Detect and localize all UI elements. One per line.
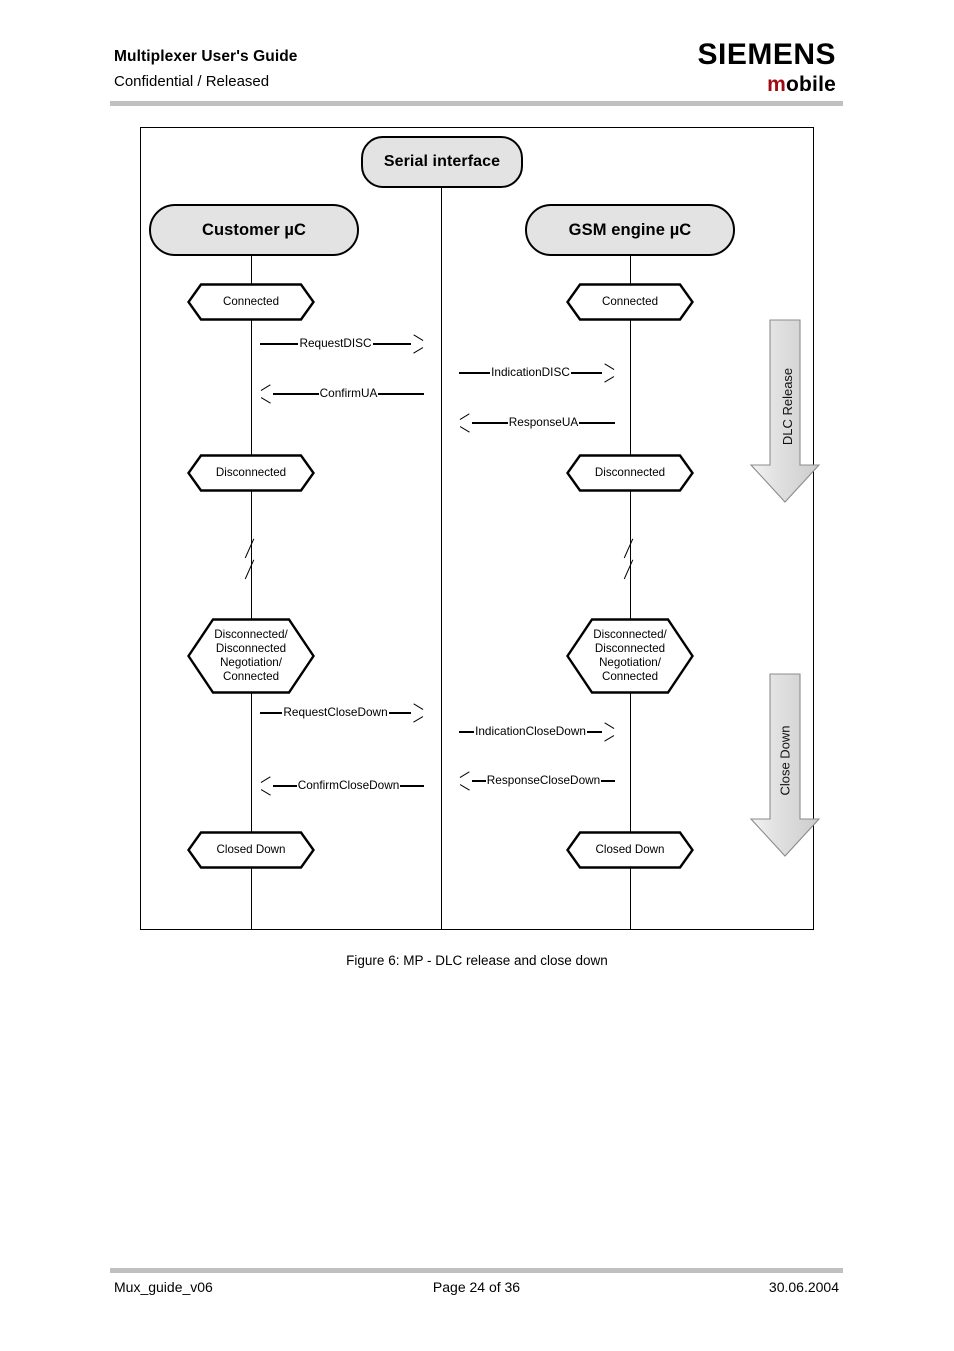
- message-arrow[interactable]: IndicationCloseDown: [459, 722, 615, 742]
- serial-interface-lifeline: [440, 188, 443, 930]
- actor-serial-interface[interactable]: Serial interface: [361, 136, 523, 188]
- page-header: Multiplexer User's Guide Confidential / …: [0, 0, 954, 110]
- header-divider: [110, 101, 843, 106]
- arrow-line: [260, 343, 299, 345]
- mobile-wordmark: mobile: [697, 74, 836, 95]
- arrow-line: [579, 422, 616, 424]
- arrow-line: [273, 393, 319, 395]
- arrowhead-left-icon: [260, 779, 273, 793]
- arrow-line: [378, 393, 424, 395]
- arrow-line: [372, 343, 411, 345]
- arrow-line: [400, 785, 424, 787]
- message-arrow[interactable]: ConfirmCloseDown: [260, 776, 424, 796]
- arrow-line: [459, 731, 475, 733]
- message-arrow[interactable]: RequestDISC: [260, 334, 424, 354]
- message-arrow[interactable]: ConfirmUA: [260, 384, 424, 404]
- state-node[interactable]: Closed Down: [566, 831, 694, 869]
- arrow-line: [273, 785, 297, 787]
- lifeline-break-mark: [623, 538, 640, 584]
- message-label: ConfirmCloseDown: [297, 778, 400, 792]
- footer-page-number: Page 24 of 36: [432, 1279, 521, 1295]
- message-arrow[interactable]: IndicationDISC: [459, 363, 615, 383]
- arrowhead-left-icon: [459, 416, 472, 430]
- state-node[interactable]: Connected: [566, 283, 694, 321]
- message-label: ConfirmUA: [319, 386, 378, 400]
- mobile-accent-letter: m: [767, 73, 786, 96]
- phase-label-wrapper: Close Down: [749, 725, 821, 795]
- arrow-line: [260, 712, 283, 714]
- message-arrow[interactable]: ResponseUA: [459, 413, 616, 433]
- page-footer: Mux_guide_v06 Page 24 of 36 30.06.2004: [110, 1279, 843, 1301]
- sequence-diagram: Serial interface Customer µC GSM engine …: [141, 128, 821, 930]
- actor-customer-uc-label: Customer µC: [201, 220, 307, 239]
- arrowhead-left-icon: [260, 387, 273, 401]
- footer-divider: [110, 1268, 843, 1273]
- phase-label: Close Down: [777, 725, 793, 796]
- actor-customer-uc[interactable]: Customer µC: [149, 204, 359, 256]
- figure-caption: Figure 6: MP - DLC release and close dow…: [346, 953, 608, 968]
- message-arrow[interactable]: ResponseCloseDown: [459, 771, 616, 791]
- arrow-line: [459, 372, 491, 374]
- arrow-line: [472, 780, 486, 782]
- arrow-line: [586, 731, 603, 733]
- phase-block-arrow: Close Down: [749, 673, 821, 858]
- footer-date: 30.06.2004: [768, 1279, 839, 1295]
- state-node[interactable]: Disconnected/Disconnected Negotiation/Con…: [566, 618, 694, 694]
- arrow-line: [601, 780, 616, 782]
- document-title: Multiplexer User's Guide: [114, 48, 298, 65]
- state-node[interactable]: Disconnected/Disconnected Negotiation/Con…: [187, 618, 315, 694]
- phase-label-wrapper: DLC Release: [749, 368, 821, 445]
- phase-label: DLC Release: [780, 367, 796, 446]
- message-label: RequestCloseDown: [283, 705, 388, 719]
- arrowhead-left-icon: [459, 774, 472, 788]
- message-label: IndicationCloseDown: [475, 724, 586, 738]
- figure-frame: Serial interface Customer µC GSM engine …: [140, 127, 821, 930]
- actor-serial-interface-label: Serial interface: [383, 153, 501, 170]
- message-label: ResponseCloseDown: [486, 773, 601, 787]
- customer-lifeline: [250, 256, 253, 930]
- actor-gsm-engine-uc-label: GSM engine µC: [568, 220, 692, 239]
- arrow-line: [472, 422, 508, 424]
- siemens-wordmark: SIEMENS: [697, 38, 836, 71]
- phase-block-arrow: DLC Release: [749, 319, 821, 504]
- message-label: RequestDISC: [299, 336, 372, 350]
- mobile-rest-letters: obile: [785, 73, 836, 96]
- arrow-line: [388, 712, 412, 714]
- state-node[interactable]: Disconnected: [187, 454, 315, 492]
- gsm-lifeline: [629, 256, 632, 930]
- state-node[interactable]: Disconnected: [566, 454, 694, 492]
- arrowhead-right-icon: [602, 725, 615, 739]
- document-classification: Confidential / Released: [114, 73, 270, 90]
- message-label: ResponseUA: [508, 415, 579, 429]
- state-node[interactable]: Closed Down: [187, 831, 315, 869]
- message-label: IndicationDISC: [491, 365, 570, 379]
- arrowhead-right-icon: [602, 366, 615, 380]
- lifeline-break-mark: [244, 538, 261, 584]
- arrow-line: [570, 372, 602, 374]
- message-arrow[interactable]: RequestCloseDown: [260, 703, 424, 723]
- arrowhead-right-icon: [411, 337, 424, 351]
- siemens-mobile-logo: SIEMENS mobile: [697, 38, 836, 96]
- actor-gsm-engine-uc[interactable]: GSM engine µC: [525, 204, 735, 256]
- arrowhead-right-icon: [411, 706, 424, 720]
- state-node[interactable]: Connected: [187, 283, 315, 321]
